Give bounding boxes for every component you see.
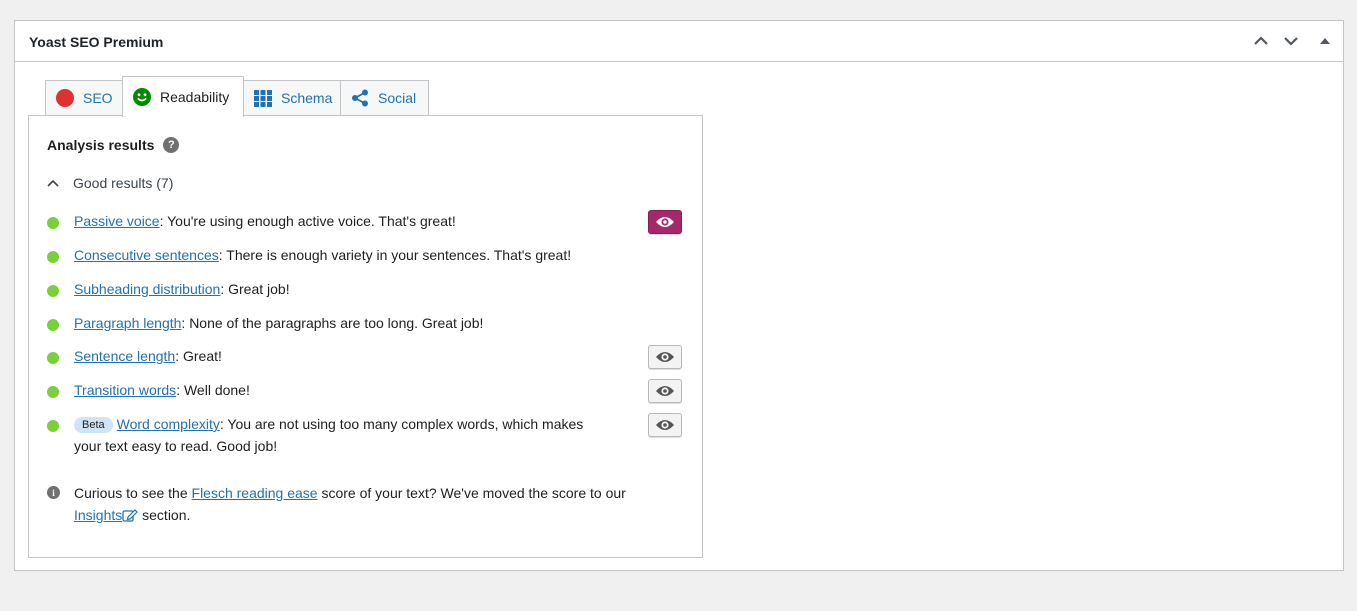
eye-icon — [656, 386, 674, 396]
insights-link[interactable]: Insights — [74, 507, 122, 523]
tab-social[interactable]: Social — [340, 80, 429, 115]
highlight-transition-words-button[interactable] — [648, 379, 682, 403]
result-text: : Great job! — [220, 281, 290, 297]
result-text: : You are not using too many complex wor… — [219, 416, 584, 432]
good-results-label: Good results (7) — [73, 175, 174, 191]
result-text: : Well done! — [176, 382, 250, 398]
good-results-toggle[interactable]: Good results (7) — [47, 175, 173, 191]
tab-readability[interactable]: Readability — [122, 76, 244, 117]
good-bullet-icon — [47, 352, 59, 364]
tab-readability-label: Readability — [160, 89, 230, 105]
highlight-word-complexity-button[interactable] — [648, 413, 682, 437]
flesch-info-notice: i Curious to see the Flesch reading ease… — [47, 482, 626, 526]
result-text: : None of the paragraphs are too long. G… — [181, 315, 484, 331]
result-text: : Great! — [175, 348, 222, 364]
paragraph-length-link[interactable]: Paragraph length — [74, 315, 181, 331]
result-text: : There is enough variety in your senten… — [218, 247, 572, 263]
result-passive-voice: Passive voice: You're using enough activ… — [47, 213, 456, 232]
subheading-distribution-link[interactable]: Subheading distribution — [74, 281, 220, 297]
seo-score-red-icon — [56, 89, 74, 107]
highlight-sentence-length-button[interactable] — [648, 345, 682, 369]
chevron-up-icon — [47, 179, 59, 187]
result-sentence-length: Sentence length: Great! — [47, 348, 222, 367]
edit-icon — [122, 509, 139, 522]
toggle-panel-button[interactable] — [1314, 30, 1336, 52]
sentence-length-link[interactable]: Sentence length — [74, 348, 175, 364]
passive-voice-link[interactable]: Passive voice — [74, 213, 160, 229]
grid-icon — [254, 89, 272, 107]
triangle-up-icon — [1320, 38, 1330, 44]
good-bullet-icon — [47, 217, 59, 229]
result-paragraph-length: Paragraph length: None of the paragraphs… — [47, 315, 484, 334]
move-down-button[interactable] — [1280, 30, 1302, 52]
result-transition-words: Transition words: Well done! — [47, 382, 250, 401]
share-icon — [351, 89, 369, 107]
tab-schema[interactable]: Schema — [243, 80, 341, 115]
move-up-button[interactable] — [1250, 30, 1272, 52]
eye-icon — [656, 420, 674, 430]
result-text-continued: your text easy to read. Good job! — [74, 438, 278, 454]
result-subheading-distribution: Subheading distribution: Great job! — [47, 281, 290, 300]
tab-seo[interactable]: SEO — [45, 80, 123, 115]
chevron-down-icon — [1284, 37, 1298, 46]
analysis-results-heading: Analysis results ? — [47, 137, 180, 153]
flesch-reading-ease-link[interactable]: Flesch reading ease — [192, 485, 318, 501]
transition-words-link[interactable]: Transition words — [74, 382, 176, 398]
tab-social-label: Social — [378, 90, 417, 106]
eye-icon — [656, 217, 674, 227]
analysis-results-title: Analysis results — [47, 137, 155, 153]
help-icon[interactable]: ? — [163, 137, 180, 153]
result-consecutive-sentences: Consecutive sentences: There is enough v… — [47, 247, 572, 266]
metabox-header: Yoast SEO Premium — [15, 21, 1343, 62]
yoast-metabox: Yoast SEO Premium SEO Readability Schema… — [14, 20, 1344, 571]
good-bullet-icon — [47, 319, 59, 331]
info-text: section. — [138, 507, 191, 523]
good-bullet-icon — [47, 386, 59, 398]
word-complexity-link[interactable]: Word complexity — [117, 416, 220, 432]
consecutive-sentences-link[interactable]: Consecutive sentences — [74, 247, 219, 263]
info-text: Curious to see the — [74, 485, 192, 501]
chevron-up-icon — [1254, 36, 1268, 45]
result-text: : You're using enough active voice. That… — [159, 213, 456, 229]
good-bullet-icon — [47, 420, 59, 432]
info-icon: i — [47, 486, 60, 499]
good-bullet-icon — [47, 285, 59, 297]
readability-panel: Analysis results ? Good results (7) Pass… — [28, 115, 703, 558]
eye-icon — [656, 352, 674, 362]
beta-badge: Beta — [74, 417, 113, 433]
tab-schema-label: Schema — [281, 90, 333, 106]
good-bullet-icon — [47, 251, 59, 263]
info-text: score of your text? We've moved the scor… — [317, 485, 626, 501]
tab-seo-label: SEO — [83, 90, 113, 106]
result-word-complexity: Beta Word complexity: You are not using t… — [47, 416, 607, 457]
metabox-title: Yoast SEO Premium — [29, 34, 164, 50]
highlight-passive-voice-button[interactable] — [648, 210, 682, 234]
smiley-face-icon — [133, 88, 151, 106]
